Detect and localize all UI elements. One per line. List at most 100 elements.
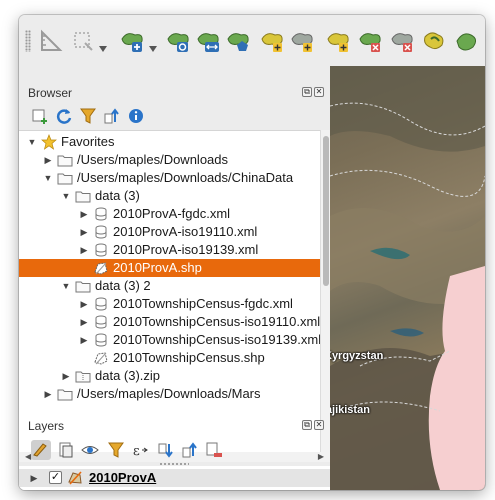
chevron-down-icon[interactable]: ▼ [61, 191, 71, 201]
remove-layer-icon[interactable] [205, 441, 223, 459]
layer-row[interactable]: ▶ ✓ 2010ProvA [19, 469, 330, 487]
map-country-label: Tajikistan [330, 404, 370, 416]
tree-row[interactable]: ▼ /Users/maples/Downloads/ChinaData [19, 169, 320, 187]
scroll-right-icon[interactable]: ▶ [318, 453, 324, 461]
database-icon [93, 296, 109, 312]
tree-row-label: /Users/maples/Downloads/Mars [77, 386, 261, 401]
chevron-down-icon[interactable]: ▼ [27, 137, 37, 147]
collapse-all-icon[interactable] [181, 441, 199, 459]
chevron-right-icon[interactable]: ▶ [79, 245, 89, 255]
add-group-icon[interactable] [57, 441, 75, 459]
chevron-right-icon[interactable]: ▶ [43, 155, 53, 165]
info-icon[interactable] [127, 107, 145, 125]
rotate-feature-icon[interactable] [165, 27, 193, 55]
add-selected-layers-icon[interactable] [31, 107, 49, 125]
chevron-right-icon[interactable]: ▶ [79, 299, 89, 309]
tree-row-label: data (3) 2 [95, 278, 151, 293]
svg-text:ε: ε [133, 444, 140, 459]
fill-ring-icon[interactable] [325, 27, 353, 55]
layers-tree[interactable]: ▶ ✓ 2010ProvA [19, 466, 330, 490]
tree-row[interactable]: ▼ data (3) 2 [19, 277, 320, 295]
chevron-right-icon[interactable]: ▶ [29, 473, 39, 483]
map-canvas[interactable]: Kyrgyzstan Tajikistan [330, 66, 485, 490]
tree-row-label: Favorites [61, 134, 115, 149]
chevron-down-icon[interactable]: ▼ [61, 281, 71, 291]
main-toolbar [19, 15, 485, 67]
chevron-down-icon[interactable] [99, 39, 107, 52]
tree-row[interactable]: ▶ 2010ProvA-fgdc.xml [19, 205, 320, 223]
delete-ring-icon[interactable] [357, 27, 385, 55]
style-panel-icon[interactable] [31, 440, 51, 460]
map-country-label: Kyrgyzstan [330, 350, 384, 362]
tree-row[interactable]: ▼ Favorites [19, 133, 320, 151]
add-feature-icon[interactable] [119, 27, 147, 55]
filter-legend-icon[interactable] [107, 441, 125, 459]
chevron-right-icon[interactable]: ▶ [61, 371, 71, 381]
database-icon [93, 332, 109, 348]
tree-row-label: data (3).zip [95, 368, 161, 383]
tree-row[interactable]: ▼ data (3) [19, 187, 320, 205]
add-ring-icon[interactable] [259, 27, 287, 55]
offset-curve-icon[interactable] [453, 27, 481, 55]
polygon-layer-icon [93, 260, 109, 276]
tree-row[interactable]: ▶ /Users/maples/Downloads/Mars [19, 385, 320, 403]
database-icon [93, 224, 109, 240]
chevron-down-icon[interactable]: ▼ [43, 173, 53, 183]
chevron-right-icon[interactable]: ▶ [79, 209, 89, 219]
tree-row-label: 2010ProvA.shp [113, 260, 202, 275]
tree-row[interactable]: ▶ data (3).zip [19, 367, 320, 385]
chevron-right-icon[interactable]: ▶ [79, 335, 89, 345]
filter-icon[interactable] [79, 107, 97, 125]
polygon-layer-icon [67, 470, 83, 486]
layers-panel-controls: ⧉ ✕ [302, 420, 326, 431]
tree-row[interactable]: ▶ 2010ProvA-iso19139.xml [19, 241, 320, 259]
chevron-right-icon[interactable]: ▶ [43, 389, 53, 399]
database-icon [93, 242, 109, 258]
tree-row-label: /Users/maples/Downloads/ChinaData [77, 170, 294, 185]
qgis-window: Browser ⧉ ✕ ▼ Favorites ▶ /Users/maples/Dow… [19, 15, 485, 490]
tree-row-label: data (3) [95, 188, 140, 203]
close-icon[interactable]: ✕ [314, 87, 324, 97]
browser-panel-title: Browser [28, 86, 73, 100]
folder-icon [57, 386, 73, 402]
close-icon[interactable]: ✕ [314, 420, 324, 430]
browser-tree[interactable]: ▼ Favorites ▶ /Users/maples/Downloads ▼ /User… [19, 130, 320, 453]
tree-row-label: 2010TownshipCensus-iso19139.xml [113, 332, 320, 347]
folder-icon [57, 152, 73, 168]
tree-row[interactable]: 2010TownshipCensus.shp [19, 349, 320, 367]
tree-row[interactable]: ▶ 2010ProvA-iso19110.xml [19, 223, 320, 241]
tree-row[interactable]: ▶ 2010TownshipCensus-iso19139.xml [19, 331, 320, 349]
select-rectangle-icon[interactable] [69, 27, 97, 55]
folder-icon [75, 278, 91, 294]
expand-all-icon[interactable] [157, 441, 175, 459]
float-panel-icon[interactable]: ⧉ [302, 87, 312, 97]
layer-name: 2010ProvA [89, 470, 157, 485]
move-feature-icon[interactable] [195, 27, 223, 55]
tree-row[interactable]: 2010ProvA.shp [19, 259, 320, 277]
filter-expression-icon[interactable]: ε [131, 441, 149, 459]
float-panel-icon[interactable]: ⧉ [302, 420, 312, 430]
toolbar-grip-handle[interactable] [25, 30, 31, 52]
chevron-down-icon[interactable] [149, 39, 157, 52]
chevron-right-icon[interactable]: ▶ [79, 317, 89, 327]
map-terrain [330, 66, 485, 490]
tree-row[interactable]: ▶ /Users/maples/Downloads [19, 151, 320, 169]
delete-part-icon[interactable] [389, 27, 417, 55]
refresh-icon[interactable] [55, 107, 73, 125]
scrollbar-thumb[interactable] [323, 136, 329, 286]
add-part-icon[interactable] [289, 27, 317, 55]
collapse-all-icon[interactable] [103, 107, 121, 125]
eye-visibility-icon[interactable] [81, 441, 99, 459]
database-icon [93, 314, 109, 330]
tree-row-label: 2010ProvA-fgdc.xml [113, 206, 231, 221]
folder-icon [57, 170, 73, 186]
reshape-features-icon[interactable] [421, 27, 449, 55]
polygon-layer-icon [93, 350, 109, 366]
simplify-feature-icon[interactable] [225, 27, 253, 55]
tree-row[interactable]: ▶ 2010TownshipCensus-fgdc.xml [19, 295, 320, 313]
chevron-right-icon[interactable]: ▶ [79, 227, 89, 237]
layer-visibility-checkbox[interactable]: ✓ [49, 471, 62, 484]
layers-panel-title: Layers [28, 419, 65, 433]
tree-row[interactable]: ▶ 2010TownshipCensus-iso19110.xml [19, 313, 320, 331]
measure-ruler-icon[interactable] [37, 27, 65, 55]
